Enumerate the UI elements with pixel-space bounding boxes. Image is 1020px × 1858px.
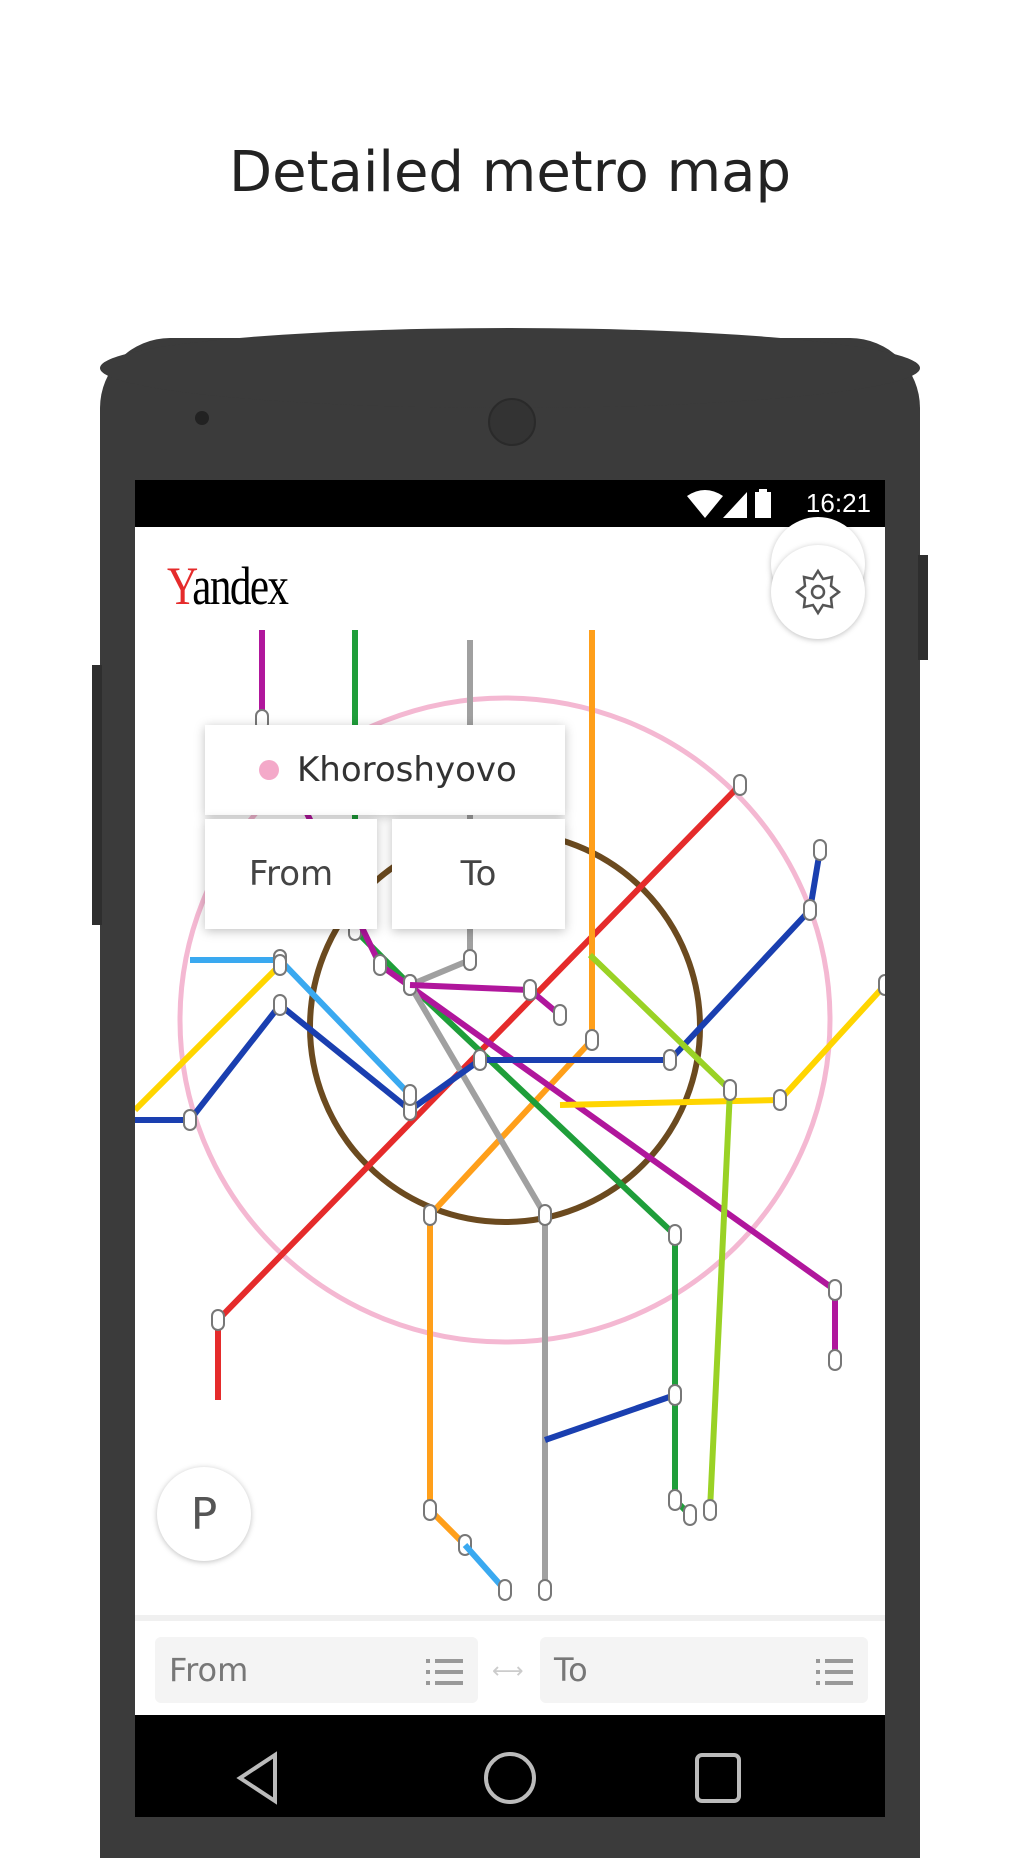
station-marker [733,774,747,796]
from-field[interactable]: From [155,1637,478,1703]
navigation-bar [135,1715,885,1817]
station-marker [183,1109,197,1131]
battery-icon [755,492,771,518]
station-marker [723,1079,737,1101]
status-time: 16:21 [805,488,871,518]
volume-button [92,665,102,925]
station-marker [703,1499,717,1521]
station-marker [463,949,477,971]
route-bar: From ⟷ To [135,1615,885,1721]
station-marker [585,1029,599,1051]
signal-icon [723,492,747,518]
recents-icon[interactable] [695,1753,741,1803]
list-icon[interactable] [816,1657,856,1687]
sensor-dot [195,411,209,425]
station-marker [828,1279,842,1301]
power-button [918,555,928,660]
station-marker [668,1489,682,1511]
station-popup: Khoroshyovo [205,725,565,815]
station-marker [211,1309,225,1331]
to-placeholder: To [554,1651,588,1689]
list-icon[interactable] [426,1657,466,1687]
to-field[interactable]: To [540,1637,868,1703]
station-marker [668,1384,682,1406]
station-marker [273,954,287,976]
parking-button[interactable]: P [157,1467,251,1561]
metro-app: Yandex P Khoroshyovo From To [135,517,885,1715]
station-marker [538,1579,552,1601]
station-marker [803,899,817,921]
station-marker [813,839,827,861]
station-marker [473,1049,487,1071]
station-marker [423,1499,437,1521]
blue-branch-line [544,1392,676,1443]
back-icon[interactable] [236,1751,277,1805]
line-color-dot [259,760,279,780]
home-icon[interactable] [484,1752,536,1804]
station-marker [523,979,537,1001]
station-marker [273,994,287,1016]
station-name: Khoroshyovo [297,750,517,790]
phone-screen: 16:21 Yandex P Khoroshyovo From To From … [135,480,885,1817]
popup-from-button[interactable]: From [205,819,377,929]
gear-icon [794,568,842,616]
front-camera [488,398,536,446]
station-marker [373,954,387,976]
station-marker [498,1579,512,1601]
station-marker [553,1004,567,1026]
wifi-icon [687,489,771,518]
headline: Detailed metro map [229,140,791,205]
light-green-line [587,952,733,1511]
swap-icon[interactable]: ⟷ [492,1659,524,1684]
from-placeholder: From [169,1651,249,1689]
status-bar: 16:21 [135,480,885,527]
yandex-logo: Yandex [167,556,289,616]
station-marker [538,1204,552,1226]
metro-map[interactable] [135,527,885,1715]
station-marker [423,1204,437,1226]
station-marker [878,974,885,996]
station-marker [403,1084,417,1106]
settings-button[interactable] [771,545,865,639]
station-marker [773,1089,787,1111]
station-marker [668,1224,682,1246]
popup-to-button[interactable]: To [392,819,565,929]
station-marker [663,1049,677,1071]
station-marker [683,1504,697,1526]
station-marker [828,1349,842,1371]
